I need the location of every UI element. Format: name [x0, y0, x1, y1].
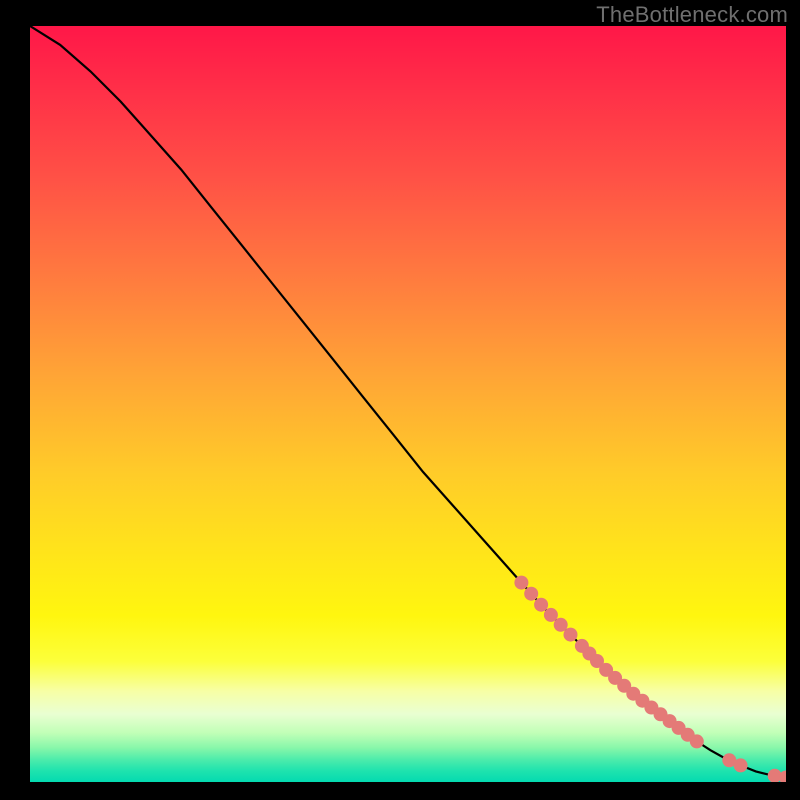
marker-group [514, 576, 786, 782]
plot-area [30, 26, 786, 782]
curve-marker [690, 734, 704, 748]
curve-marker [514, 576, 528, 590]
curve-marker [534, 598, 548, 612]
curve-marker [734, 758, 748, 772]
curve-marker [564, 628, 578, 642]
bottleneck-curve [30, 26, 786, 778]
curve-marker [544, 608, 558, 622]
curve-layer [30, 26, 786, 782]
chart-root: TheBottleneck.com [0, 0, 800, 800]
watermark-text: TheBottleneck.com [596, 2, 788, 28]
curve-marker [524, 587, 538, 601]
